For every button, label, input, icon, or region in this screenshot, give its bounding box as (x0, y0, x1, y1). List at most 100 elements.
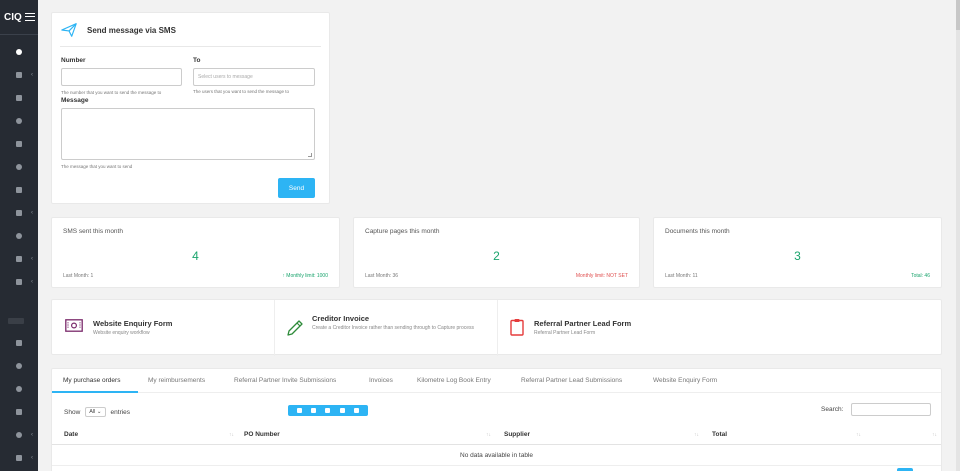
gear-icon (16, 363, 22, 369)
form-website-enquiry[interactable]: Website Enquiry Form Website enquiry wor… (52, 300, 274, 356)
sidebar-item-messages[interactable]: ‹ (0, 251, 38, 267)
to-select[interactable]: Select users to message (193, 68, 315, 86)
message-help: The message that you want to send (61, 164, 133, 169)
scrollbar-thumb[interactable] (956, 0, 960, 30)
stat-value: 3 (794, 249, 801, 263)
resize-handle-icon[interactable] (308, 153, 312, 157)
sort-icon: ↑↓ (229, 432, 234, 438)
entries-select[interactable]: All ⌄ (85, 407, 106, 417)
paper-plane-icon (61, 23, 77, 37)
message-textarea[interactable] (61, 108, 315, 160)
export-buttons (288, 405, 368, 416)
bell-icon (16, 432, 22, 438)
entries-select-value: All (89, 409, 96, 415)
tab-my-reimbursements[interactable]: My reimbursements (148, 377, 205, 384)
tab-website-enquiry-form[interactable]: Website Enquiry Form (653, 377, 717, 384)
file-icon (16, 72, 22, 78)
message-label: Message (61, 97, 89, 104)
tab-bar: My purchase orders My reimbursements Ref… (52, 369, 941, 393)
tab-referral-partner-lead-submissions[interactable]: Referral Partner Lead Submissions (521, 377, 622, 384)
exchange-icon (16, 210, 22, 216)
forms-row: Website Enquiry Form Website enquiry wor… (51, 299, 943, 356)
table-search-input[interactable] (851, 403, 931, 416)
sidebar-item-calendar[interactable] (0, 182, 38, 198)
sidebar: CIQ ‹ ‹ ‹ ‹ ‹ ‹ (0, 0, 38, 471)
table-header: Date ↑↓ PO Number ↑↓ Supplier ↑↓ Total ↑… (52, 425, 941, 445)
sidebar-item-print[interactable] (0, 335, 38, 351)
stat-limit: ↑ Monthly limit: 1000 (282, 273, 328, 279)
user-lock-icon (16, 279, 22, 285)
column-total[interactable]: Total (712, 431, 727, 438)
chevron-left-icon: ‹ (31, 256, 33, 262)
column-date[interactable]: Date (64, 431, 78, 438)
sidebar-item-transfers[interactable]: ‹ (0, 205, 38, 221)
clipboard-icon (510, 319, 524, 336)
column-supplier[interactable]: Supplier (504, 431, 530, 438)
show-entries: Show All ⌄ entries (64, 407, 130, 417)
show-label: Show (64, 408, 81, 416)
chevron-left-icon: ‹ (31, 279, 33, 285)
tab-my-purchase-orders[interactable]: My purchase orders (63, 377, 120, 384)
form-referral-lead[interactable]: Referral Partner Lead Form Referral Part… (498, 300, 943, 356)
to-label: To (193, 57, 201, 64)
stat-value: 4 (192, 249, 199, 263)
sidebar-item-dashboard[interactable] (0, 44, 38, 60)
stat-card-documents: Documents this month 3 Last Month: 11 To… (653, 217, 942, 288)
box-icon (16, 95, 22, 101)
sidebar-item-sliders[interactable]: ‹ (0, 450, 38, 466)
stat-limit: Monthly limit: NOT SET (575, 273, 628, 279)
cloud-icon (16, 233, 22, 239)
sidebar-item-packages[interactable] (0, 90, 38, 106)
tab-kilometre-log-book-entry[interactable]: Kilometre Log Book Entry (417, 377, 491, 384)
form-subtitle: Referral Partner Lead Form (534, 330, 596, 336)
sms-card: Send message via SMS Number The number t… (51, 12, 330, 204)
sidebar-item-copy[interactable] (0, 136, 38, 152)
search-icon (16, 164, 22, 170)
sidebar-item-documents[interactable]: ‹ (0, 67, 38, 83)
dashboard-icon (16, 49, 22, 55)
brand[interactable]: CIQ (0, 0, 38, 34)
page-scrollbar[interactable] (956, 0, 960, 471)
excel-button[interactable] (325, 408, 331, 413)
brand-logo: CIQ (4, 11, 22, 23)
sidebar-item-config[interactable] (0, 358, 38, 374)
sidebar-item-users[interactable]: ‹ (0, 274, 38, 290)
sort-icon: ↑↓ (486, 432, 491, 438)
copy-button[interactable] (296, 408, 302, 413)
sidebar-item-cloud[interactable] (0, 228, 38, 244)
sms-title: Send message via SMS (87, 25, 176, 35)
chevron-left-icon: ‹ (31, 432, 33, 438)
print-button[interactable] (354, 408, 360, 413)
sidebar-separator (8, 318, 24, 324)
form-creditor-invoice[interactable]: Creditor Invoice Create a Creditor Invoi… (275, 300, 497, 356)
stat-title: Documents this month (665, 228, 730, 235)
sidebar-item-timer[interactable] (0, 381, 38, 397)
stat-last-month: Last Month: 36 (365, 273, 399, 279)
sidebar-item-notifications[interactable]: ‹ (0, 427, 38, 443)
csv-button[interactable] (311, 408, 317, 413)
entries-label: entries (110, 408, 131, 416)
sidebar-item-mail[interactable] (0, 404, 38, 420)
sms-header: Send message via SMS (60, 21, 176, 39)
sidebar-item-search[interactable] (0, 159, 38, 175)
menu-toggle-icon[interactable] (24, 13, 35, 21)
stat-title: Capture pages this month (365, 228, 440, 235)
stat-last-month: Last Month: 11 (665, 273, 698, 279)
stat-card-sms: SMS sent this month 4 Last Month: 1 ↑ Mo… (51, 217, 340, 288)
chevron-left-icon: ‹ (31, 455, 33, 461)
column-po-number[interactable]: PO Number (244, 431, 280, 438)
pdf-button[interactable] (339, 408, 345, 413)
form-subtitle: Website enquiry workflow (93, 330, 150, 336)
stat-title: SMS sent this month (63, 228, 123, 235)
tab-referral-partner-invite-submissions[interactable]: Referral Partner Invite Submissions (234, 377, 336, 384)
sidebar-item-settings[interactable] (0, 113, 38, 129)
clock-icon (16, 386, 22, 392)
active-tab-indicator (52, 391, 138, 393)
stat-last-month: Last Month: 1 (63, 273, 94, 279)
tab-invoices[interactable]: Invoices (369, 377, 393, 384)
cash-icon (65, 319, 83, 332)
copy-icon (16, 141, 22, 147)
send-button[interactable]: Send (278, 178, 315, 198)
comments-icon (16, 256, 22, 262)
number-input[interactable] (61, 68, 182, 86)
